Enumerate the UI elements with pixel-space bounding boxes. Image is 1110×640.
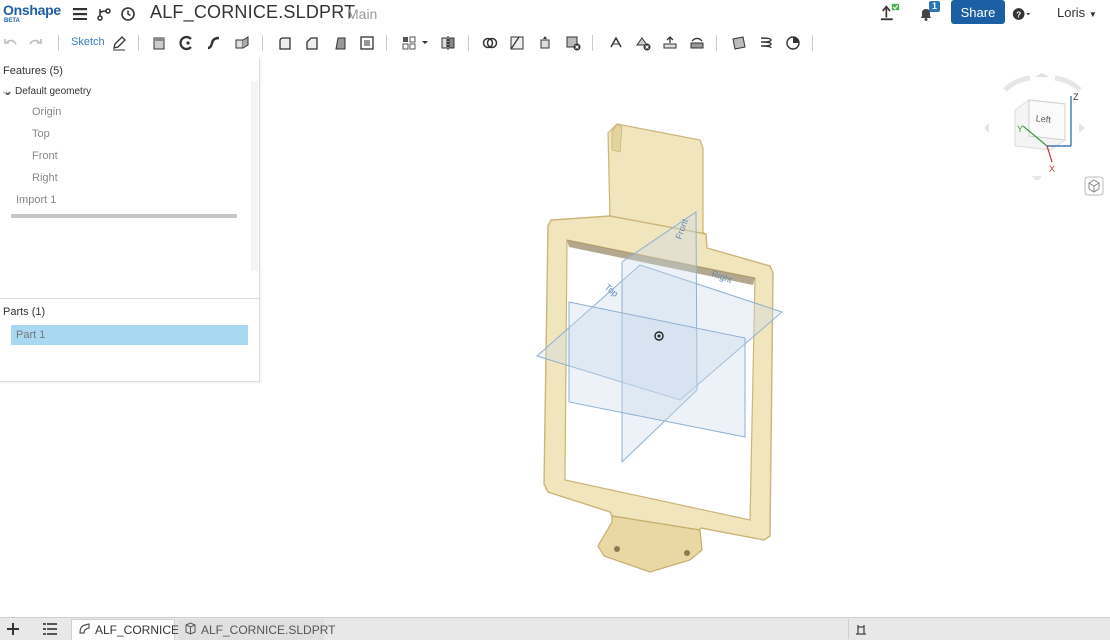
feature-list-scrollbar[interactable]: [251, 81, 258, 271]
shell-icon[interactable]: [358, 34, 376, 52]
tab-label: ALF_CORNICE: [95, 623, 180, 637]
workspace-name[interactable]: Main: [347, 6, 377, 22]
features-header: Features (5): [3, 65, 63, 77]
feature-right-plane[interactable]: Right: [32, 172, 58, 184]
tab-label: ALF_CORNICE.SLDPRT: [201, 622, 336, 637]
help-icon[interactable]: ?: [1012, 4, 1032, 24]
feature-top-plane[interactable]: Top: [32, 128, 50, 140]
transform-icon[interactable]: [536, 34, 554, 52]
chevron-down-icon[interactable]: ⌄: [3, 84, 13, 98]
view-options-cube-icon[interactable]: [1084, 176, 1104, 196]
tab-imported-file[interactable]: ALF_CORNICE.SLDPRT: [178, 619, 335, 640]
feature-front-plane[interactable]: Front: [32, 150, 58, 162]
branch-icon[interactable]: [94, 4, 114, 24]
axis-y-label: Y: [1017, 124, 1023, 134]
feature-origin[interactable]: Origin: [32, 106, 61, 118]
loft-icon[interactable]: [233, 34, 251, 52]
delete-face-icon[interactable]: [634, 34, 652, 52]
bottom-tab-bar: ALF_CORNICE ALF_CORNICE.SLDPRT: [0, 617, 1110, 640]
measure-tool-icon[interactable]: [853, 621, 869, 637]
axis-x-label: X: [1049, 164, 1055, 174]
svg-text:?: ?: [1016, 9, 1021, 19]
chevron-down-icon: ▼: [1088, 10, 1097, 19]
modify-fillet-icon[interactable]: [607, 34, 625, 52]
replace-face-icon[interactable]: [688, 34, 706, 52]
upload-icon[interactable]: [880, 2, 900, 22]
tab-list-icon[interactable]: [42, 621, 58, 637]
sketch-pencil-icon[interactable]: [110, 34, 128, 52]
fillet-icon[interactable]: [276, 34, 294, 52]
delete-part-icon[interactable]: [564, 34, 582, 52]
view-cube[interactable]: Left Z Y X: [985, 70, 1085, 180]
feature-import-1[interactable]: Import 1: [16, 194, 56, 206]
top-bar: Onshape BETA ALF_CORNICE.SLDPRT Main 1 S…: [0, 0, 1110, 28]
mirror-icon[interactable]: [439, 34, 457, 52]
sweep-icon[interactable]: [205, 34, 223, 52]
undo-icon[interactable]: [2, 34, 20, 52]
helix-icon[interactable]: [757, 34, 775, 52]
plane-icon[interactable]: [730, 34, 748, 52]
chamfer-icon[interactable]: [303, 34, 321, 52]
user-name: Loris: [1057, 5, 1086, 20]
caret-down-icon[interactable]: [420, 34, 430, 52]
bracket-part-model[interactable]: Top Front Right: [270, 60, 800, 590]
split-icon[interactable]: [508, 34, 526, 52]
extrude-icon[interactable]: [150, 34, 168, 52]
add-tab-plus-icon[interactable]: [5, 621, 21, 637]
parts-header: Parts (1): [3, 306, 46, 318]
draft-icon[interactable]: [331, 34, 349, 52]
beta-label: BETA: [4, 18, 20, 24]
logo-text: Onshape: [3, 2, 61, 18]
menu-icon[interactable]: [70, 4, 90, 24]
part-name: Part 1: [16, 329, 46, 341]
document-title[interactable]: ALF_CORNICE.SLDPRT: [150, 2, 355, 23]
axis-z-label: Z: [1073, 92, 1079, 102]
onshape-logo[interactable]: Onshape BETA: [3, 2, 61, 26]
bottom-divider: [848, 619, 849, 639]
notification-count-badge: 1: [929, 1, 941, 12]
mate-connector-icon[interactable]: [784, 34, 802, 52]
boolean-icon[interactable]: [481, 34, 499, 52]
feature-list-panel: Features (5) ⌵ ⌄ Default geometry Origin…: [0, 59, 260, 382]
sketch-button[interactable]: Sketch: [71, 36, 105, 48]
move-face-icon[interactable]: [661, 34, 679, 52]
tab-part-studio[interactable]: ALF_CORNICE: [71, 619, 179, 640]
default-geometry-label[interactable]: Default geometry: [15, 86, 91, 97]
part-studio-icon: [78, 622, 91, 638]
share-button[interactable]: Share: [951, 0, 1005, 24]
revolve-icon[interactable]: [178, 34, 196, 52]
rollback-bar[interactable]: [11, 214, 237, 218]
feature-toolbar: Sketch: [0, 30, 1110, 56]
panel-divider: [0, 298, 259, 299]
history-clock-icon[interactable]: [118, 4, 138, 24]
part-list-item[interactable]: Part 1: [11, 325, 248, 345]
redo-icon[interactable]: [26, 34, 44, 52]
imported-file-icon: [184, 621, 197, 638]
view-cube-face-label: Left: [1035, 113, 1051, 125]
pattern-icon[interactable]: [400, 34, 418, 52]
user-menu[interactable]: Loris ▼: [1057, 5, 1097, 20]
